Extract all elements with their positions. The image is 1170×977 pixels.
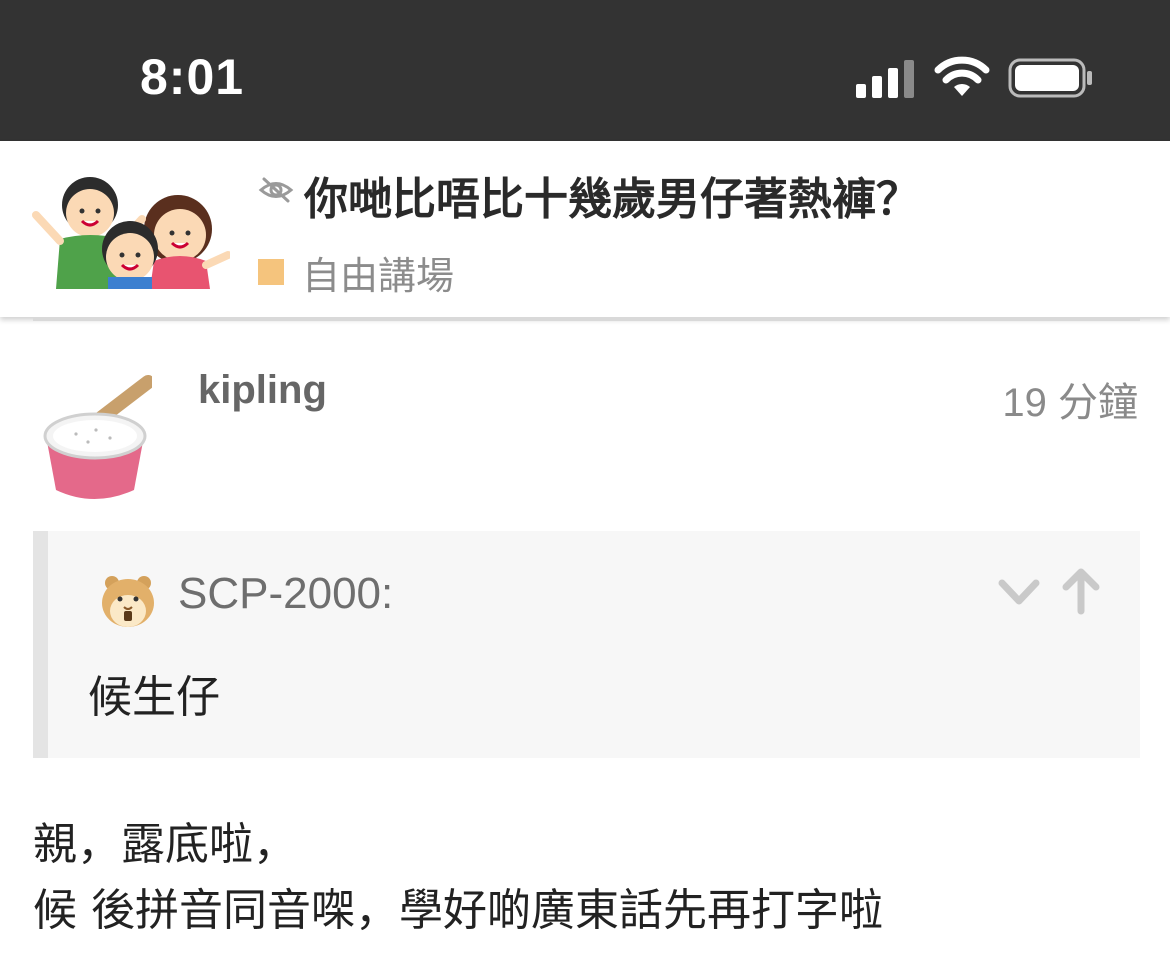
user-avatar-icon[interactable] (36, 374, 152, 504)
thread-title: 你哋比唔比十幾歲男仔著熱褲？ (304, 174, 920, 225)
hidden-eye-icon (258, 177, 294, 203)
post-timestamp: 19 分鐘 (1002, 381, 1138, 425)
post-body-line: 候 後拼音同音㗎，學好啲廣東話先再打字啦 (33, 885, 883, 936)
post-body-line: 親，露底啦， (33, 819, 297, 870)
post-body: 親，露底啦， 候 後拼音同音㗎，學好啲廣東話先再打字啦 (33, 812, 883, 944)
battery-icon (1008, 58, 1092, 98)
scroll-up-arrow-icon[interactable] (1060, 567, 1102, 615)
wifi-icon (934, 56, 990, 96)
quote-block: SCP-2000: 候生仔 (33, 531, 1140, 758)
quote-username[interactable]: SCP-2000: (178, 569, 393, 619)
signal-icon (856, 60, 914, 98)
category-color-marker (258, 259, 284, 285)
status-time: 8:01 (140, 49, 245, 105)
thread-avatar-icon (32, 177, 230, 289)
post-username[interactable]: kipling (198, 368, 327, 413)
header-divider (33, 318, 1140, 321)
collapse-chevron-icon[interactable] (996, 573, 1042, 613)
hamster-avatar-icon (102, 576, 154, 627)
status-bar: 8:01 (0, 0, 1170, 141)
category-label[interactable]: 自由講場 (302, 245, 454, 300)
thread-header[interactable]: 你哋比唔比十幾歲男仔著熱褲？ 自由講場 (0, 141, 1170, 317)
quote-text: 候生仔 (88, 672, 220, 723)
